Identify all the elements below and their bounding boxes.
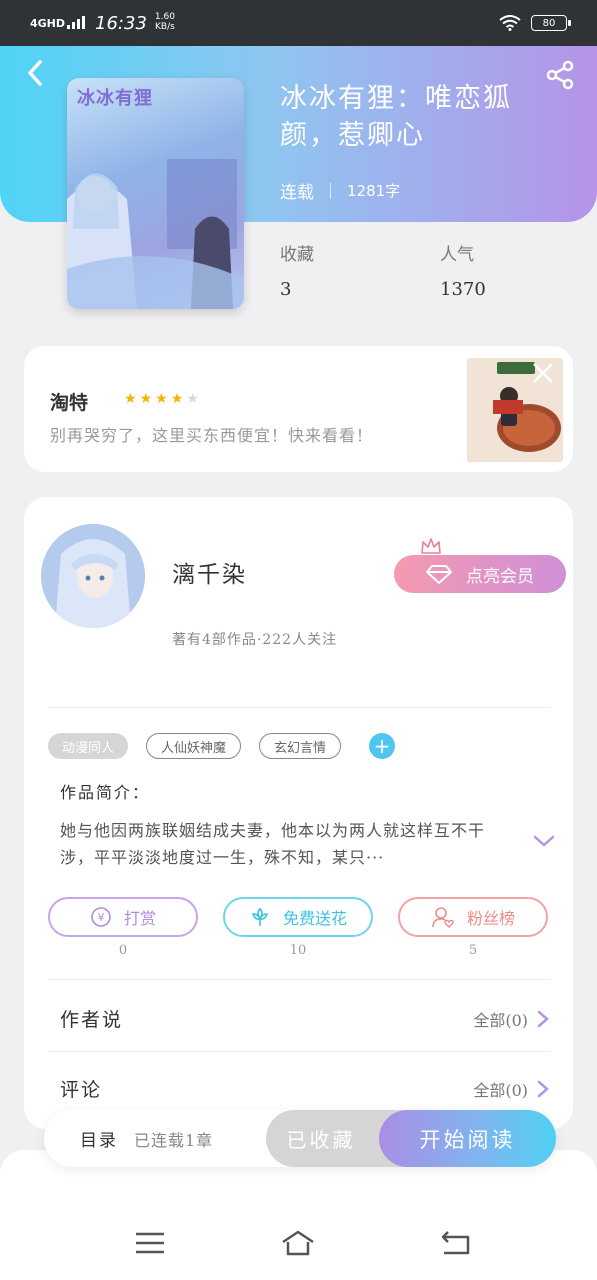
chevron-right-icon — [537, 1080, 549, 1097]
menu-icon[interactable] — [132, 1228, 168, 1258]
reading-action-bar: 目录 已连载1章 已收藏 开始阅读 — [44, 1110, 556, 1167]
star-icon: ★ — [124, 391, 137, 407]
author-name: 漓千染 — [172, 562, 247, 588]
crown-icon — [421, 538, 441, 554]
book-cover[interactable]: 冰冰有狸 — [67, 78, 244, 309]
intro-text: 她与他因两族联姻结成夫妻，他本以为两人就这样互不干涉，平平淡淡地度过一生，殊不知… — [60, 821, 486, 867]
chevron-right-icon — [537, 1010, 549, 1027]
author-says-value: 全部(0) — [473, 1010, 528, 1030]
fan-count: 5 — [468, 943, 478, 958]
tag-item[interactable]: 玄幻言情 — [259, 733, 342, 759]
author-says-row[interactable]: 作者说 全部(0) — [60, 1005, 550, 1032]
favorites-value: 3 — [280, 279, 292, 300]
battery-icon: 80 — [531, 15, 571, 31]
network-speed: 1.60 KB/s — [154, 12, 175, 33]
speed-unit: KB/s — [155, 22, 175, 32]
flower-count: 10 — [289, 943, 307, 958]
author-stats: 著有4部作品·222人关注 — [172, 632, 338, 648]
vip-label: 点亮会员 — [466, 566, 534, 587]
table-of-contents-button[interactable]: 目录 已连载1章 — [80, 1110, 213, 1167]
comments-row[interactable]: 评论 全部(0) — [60, 1075, 550, 1102]
back-icon[interactable] — [22, 58, 52, 88]
tip-label: 打赏 — [123, 909, 156, 928]
author-says-label: 作者说 — [60, 1009, 124, 1031]
popularity-value: 1370 — [440, 279, 486, 300]
ad-card[interactable]: 淘特 ★ ★ ★ ★ ★ 别再哭穷了，这里买东西便宜！快来看看！ — [24, 346, 573, 472]
divider — [48, 979, 549, 980]
chevron-down-icon[interactable] — [532, 833, 556, 849]
tip-button[interactable]: ¥ 打赏 — [48, 897, 198, 937]
comments-label: 评论 — [60, 1079, 103, 1101]
favorites-label: 收藏 — [280, 245, 314, 265]
intro-label: 作品简介： — [60, 783, 151, 802]
speed-value: 1.60 — [154, 12, 175, 23]
network-indicator: 4GHD — [30, 16, 66, 30]
book-title: 冰冰有狸：唯恋狐颜，惹卿心 — [280, 83, 512, 151]
add-tag-button[interactable]: + — [369, 733, 396, 759]
battery-level: 80 — [542, 17, 556, 29]
diamond-icon — [426, 565, 452, 584]
star-icon: ★ — [170, 391, 184, 407]
bottom-sheet — [0, 1150, 597, 1280]
divider — [48, 707, 549, 708]
vip-button[interactable]: 点亮会员 — [394, 555, 566, 593]
star-icon: ★ — [155, 391, 168, 407]
tip-count: 0 — [118, 943, 128, 958]
ad-name: 淘特 — [50, 392, 89, 414]
toc-status: 已连载1章 — [134, 1130, 214, 1150]
close-icon[interactable] — [530, 360, 556, 386]
cover-illustration — [67, 159, 244, 309]
start-reading-label: 开始阅读 — [419, 1127, 516, 1152]
send-flower-button[interactable]: 免费送花 — [223, 897, 373, 937]
divider — [48, 1051, 549, 1052]
svg-text:¥: ¥ — [97, 911, 104, 924]
star-icon: ★ — [139, 391, 153, 407]
fan-ranking-label: 粉丝榜 — [466, 909, 515, 928]
comments-value: 全部(0) — [473, 1080, 528, 1100]
popularity-stat: 人气 1370 — [440, 240, 486, 300]
book-meta: 连载 1281字 — [280, 178, 400, 203]
user-heart-icon — [432, 907, 454, 928]
author-info-card: 漓千染 著有4部作品·222人关注 点亮会员 动漫同人 人仙妖神魔 玄幻言情 +… — [24, 497, 573, 1129]
star-icon: ★ — [186, 391, 199, 407]
popularity-label: 人气 — [440, 245, 474, 265]
clock: 16:33 — [95, 12, 147, 34]
send-flower-label: 免费送花 — [282, 909, 347, 928]
status-bar: 4GHD 16:33 1.60 KB/s 80 — [0, 0, 597, 46]
serial-status: 连载 — [280, 183, 314, 203]
ad-description: 别再哭穷了，这里买东西便宜！快来看看！ — [50, 426, 374, 445]
toc-label: 目录 — [80, 1131, 118, 1151]
meta-divider — [330, 182, 331, 199]
tag-item[interactable]: 人仙妖神魔 — [146, 733, 242, 759]
flower-icon — [251, 907, 269, 926]
word-count: 1281字 — [347, 182, 401, 200]
collected-label: 已收藏 — [286, 1128, 356, 1152]
home-icon[interactable] — [280, 1228, 316, 1258]
favorites-stat: 收藏 3 — [280, 240, 314, 300]
author-avatar[interactable] — [41, 524, 145, 628]
fan-ranking-button[interactable]: 粉丝榜 — [398, 897, 548, 937]
yen-coin-icon: ¥ — [91, 907, 111, 927]
signal-icon — [67, 16, 86, 29]
tag-list: 动漫同人 人仙妖神魔 玄幻言情 + — [48, 733, 396, 759]
wifi-icon — [499, 15, 521, 31]
ad-rating: ★ ★ ★ ★ ★ — [124, 392, 199, 406]
cover-title-text: 冰冰有狸 — [77, 88, 153, 109]
start-reading-button[interactable]: 开始阅读 — [379, 1110, 556, 1167]
tag-item[interactable]: 动漫同人 — [48, 733, 129, 759]
back-nav-icon[interactable] — [438, 1228, 474, 1258]
